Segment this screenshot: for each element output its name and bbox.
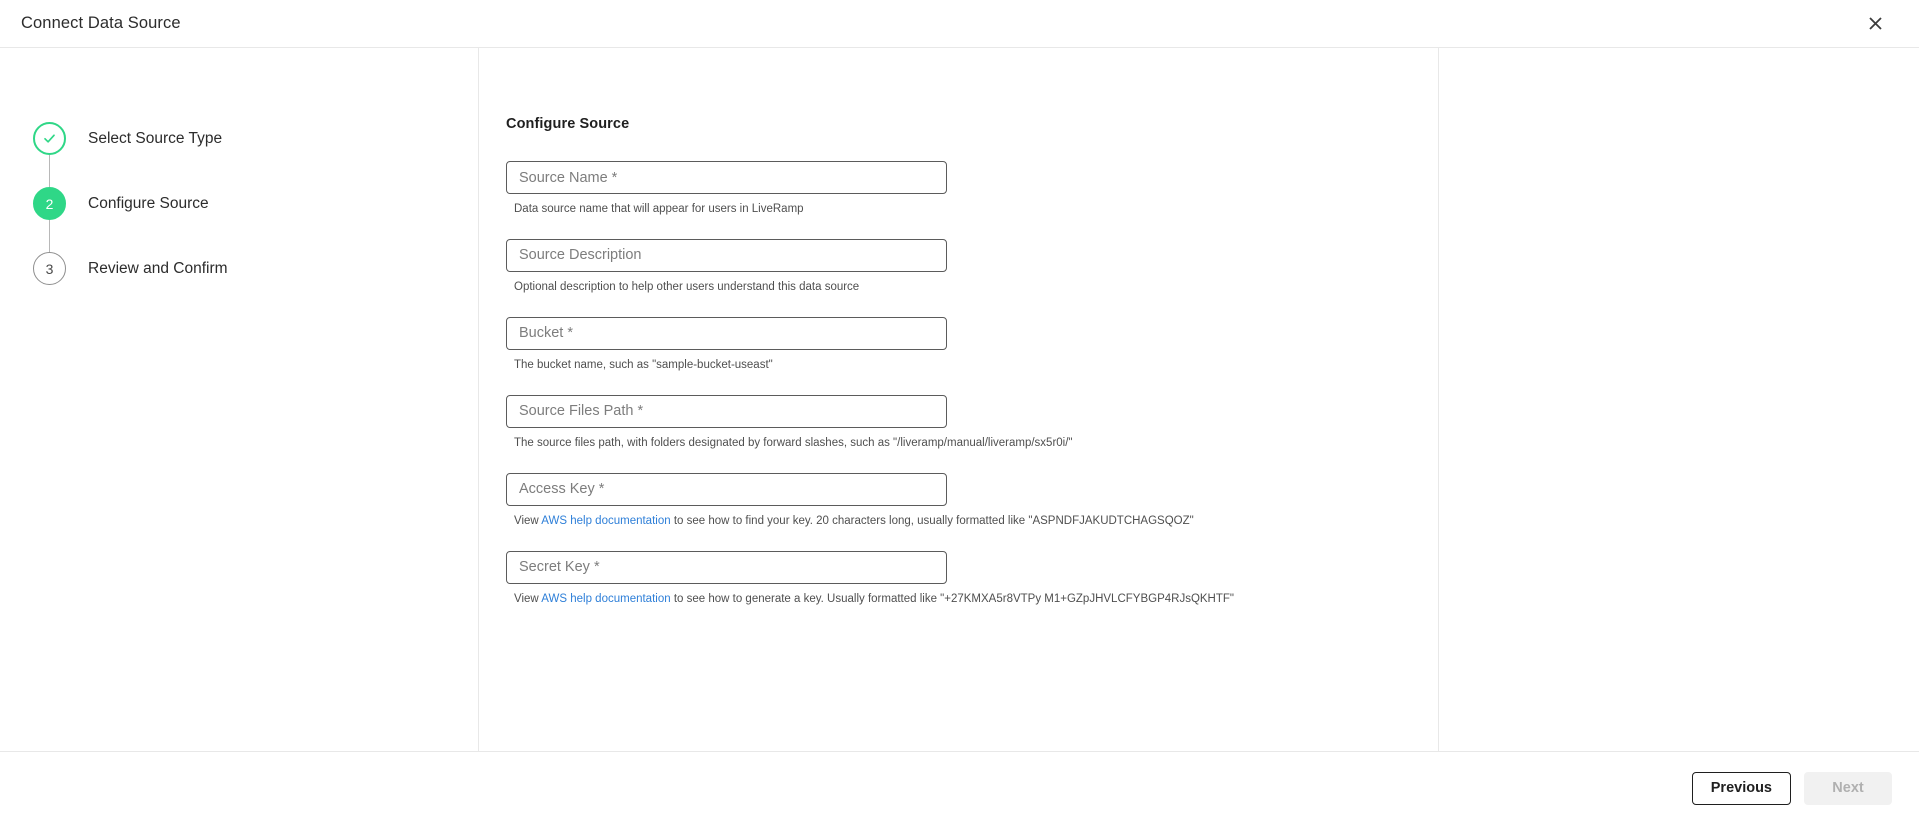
- field-secret-key: View AWS help documentation to see how t…: [506, 550, 1438, 607]
- help-text: Data source name that will appear for us…: [514, 203, 804, 215]
- source-files-path-help: The source files path, with folders desi…: [506, 436, 1438, 451]
- stepper-number-3: 3: [33, 252, 66, 285]
- source-description-help: Optional description to help other users…: [506, 280, 1438, 295]
- source-files-path-input[interactable]: [506, 394, 947, 428]
- field-source-name: Data source name that will appear for us…: [506, 161, 1438, 217]
- modal-header: Connect Data Source: [0, 0, 1919, 48]
- bucket-input[interactable]: [506, 316, 947, 350]
- help-text: Optional description to help other users…: [514, 280, 860, 293]
- access-key-input[interactable]: [506, 472, 947, 506]
- field-bucket: The bucket name, such as "sample-bucket-…: [506, 316, 1438, 373]
- aws-help-documentation-link[interactable]: AWS help documentation: [541, 593, 670, 605]
- stepper-item-configure-source[interactable]: 2 Configure Source: [33, 187, 478, 220]
- help-text-suffix: to see how to generate a key. Usually fo…: [670, 592, 1234, 605]
- stepper-label-configure-source: Configure Source: [88, 194, 209, 212]
- help-text-prefix: View: [514, 514, 542, 527]
- secret-key-input[interactable]: [506, 550, 947, 584]
- stepper: Select Source Type 2 Configure Source 3 …: [0, 122, 478, 285]
- help-text-suffix: to see how to find your key. 20 characte…: [670, 514, 1194, 527]
- stepper-connector: [49, 220, 50, 252]
- check-icon: [33, 122, 66, 155]
- field-source-files-path: The source files path, with folders desi…: [506, 394, 1438, 451]
- help-text: The bucket name, such as "sample-bucket-…: [514, 358, 773, 371]
- stepper-item-review-and-confirm[interactable]: 3 Review and Confirm: [33, 252, 478, 285]
- stepper-number-2: 2: [33, 187, 66, 220]
- secret-key-help: View AWS help documentation to see how t…: [506, 592, 1438, 607]
- field-access-key: View AWS help documentation to see how t…: [506, 472, 1438, 529]
- connect-data-source-modal: Connect Data Source Select Source Type 2…: [0, 0, 1919, 825]
- page-title: Connect Data Source: [21, 14, 181, 33]
- stepper-pane: Select Source Type 2 Configure Source 3 …: [0, 48, 479, 751]
- help-text-prefix: View: [514, 592, 542, 605]
- source-name-help: Data source name that will appear for us…: [506, 202, 1438, 217]
- right-pane: [1438, 48, 1919, 751]
- next-button[interactable]: Next: [1804, 772, 1892, 805]
- stepper-connector: [49, 155, 50, 187]
- aws-help-documentation-link[interactable]: AWS help documentation: [541, 515, 670, 527]
- form-heading: Configure Source: [506, 116, 630, 132]
- stepper-label-review-and-confirm: Review and Confirm: [88, 259, 228, 277]
- access-key-help: View AWS help documentation to see how t…: [506, 514, 1438, 529]
- source-name-input[interactable]: [506, 161, 947, 194]
- modal-footer: Previous Next: [0, 752, 1919, 825]
- previous-button[interactable]: Previous: [1691, 772, 1791, 805]
- source-description-input[interactable]: [506, 238, 947, 272]
- help-text: The source files path, with folders desi…: [514, 436, 1073, 449]
- close-icon[interactable]: [1861, 10, 1889, 38]
- form-pane: Configure Source Data source name that w…: [479, 48, 1438, 751]
- bucket-help: The bucket name, such as "sample-bucket-…: [506, 358, 1438, 373]
- field-source-description: Optional description to help other users…: [506, 238, 1438, 295]
- modal-body: Select Source Type 2 Configure Source 3 …: [0, 48, 1919, 752]
- stepper-item-select-source-type[interactable]: Select Source Type: [33, 122, 478, 155]
- stepper-label-select-source-type: Select Source Type: [88, 129, 223, 147]
